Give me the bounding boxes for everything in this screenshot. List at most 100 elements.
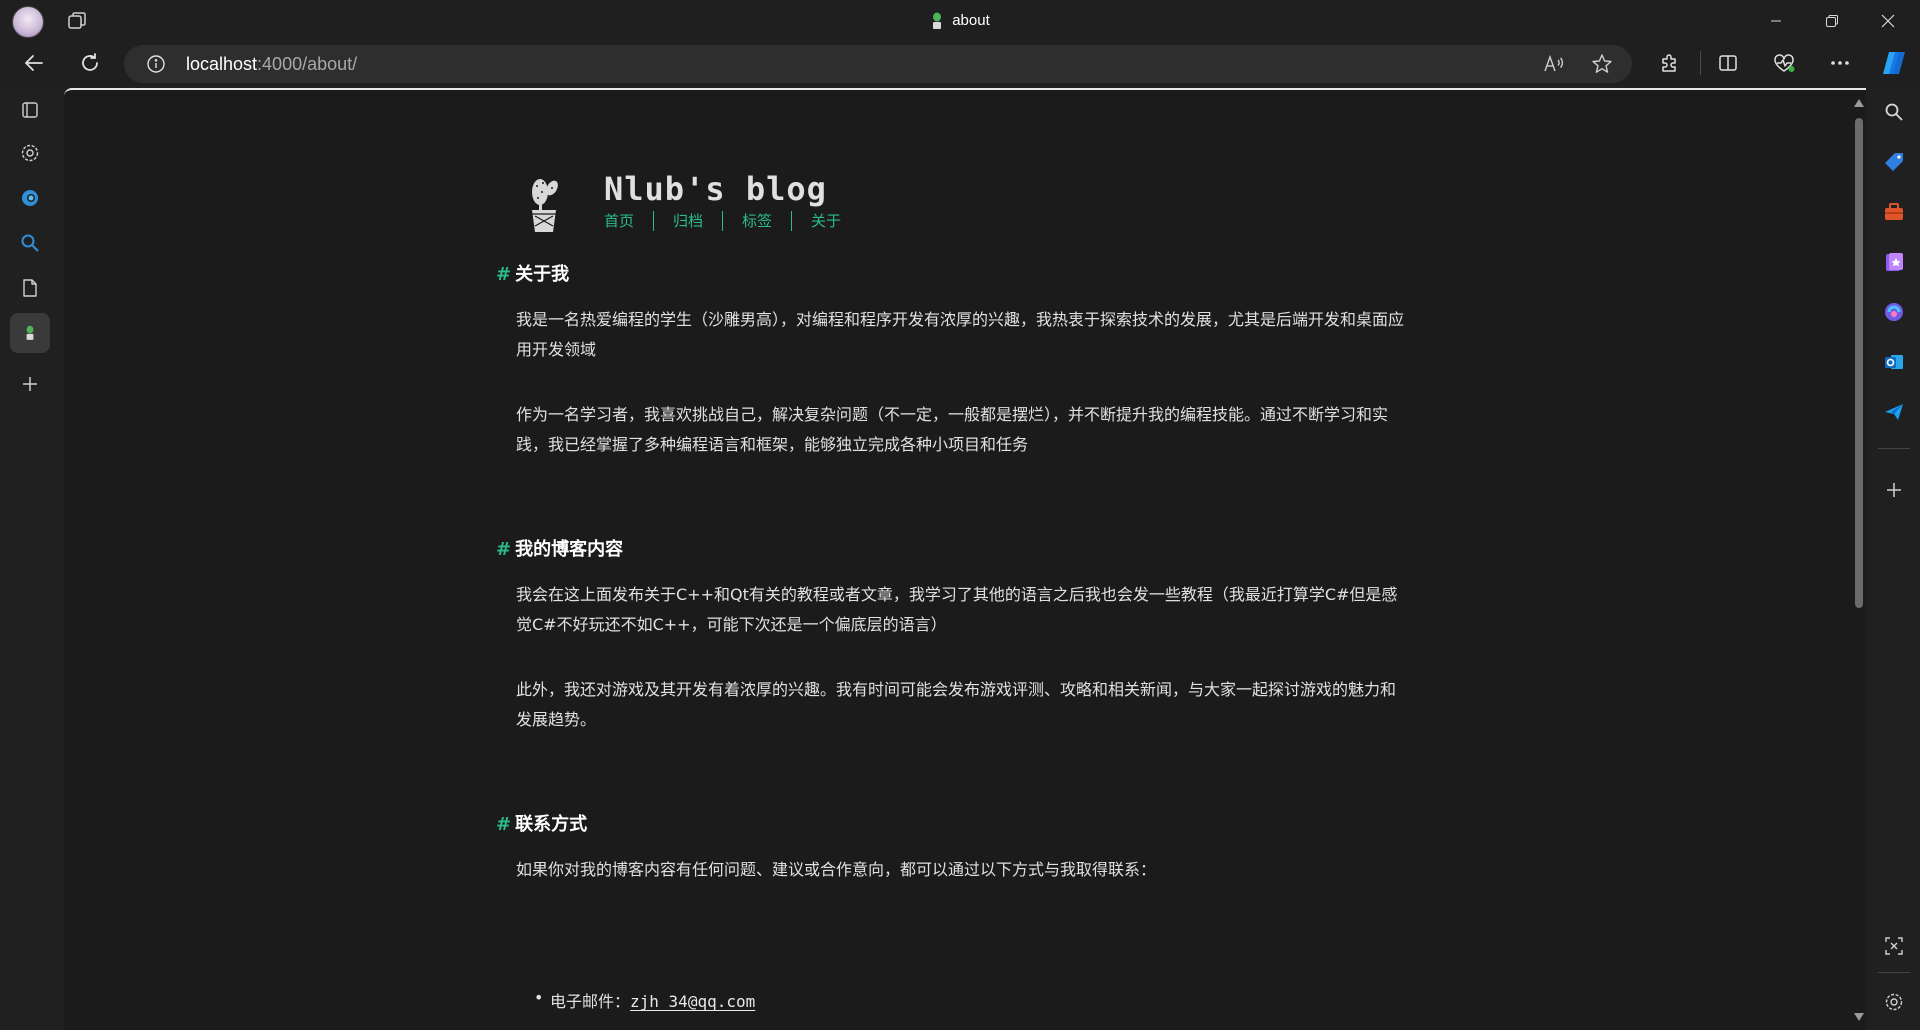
more-icon — [1831, 61, 1849, 65]
tab-search[interactable] — [10, 223, 50, 263]
browser-essentials-button[interactable] — [1766, 45, 1802, 81]
favorite-button[interactable] — [1590, 52, 1614, 76]
back-button[interactable] — [16, 45, 52, 81]
toolbar-divider — [1700, 51, 1701, 75]
send-icon — [1885, 404, 1903, 420]
split-screen-icon — [1719, 55, 1737, 71]
refresh-icon — [82, 53, 98, 71]
screenshot-icon — [1885, 937, 1903, 955]
sidebar-search-button[interactable] — [1878, 96, 1910, 128]
nav-home-link[interactable]: 首页 — [604, 211, 653, 231]
sidebar-tools-button[interactable] — [1878, 196, 1910, 228]
blog-nav: 首页 归档 标签 关于 — [604, 211, 860, 231]
new-tab-button[interactable] — [10, 364, 50, 404]
contact-label: 电子邮件： — [550, 992, 631, 1011]
browser-essentials-icon — [1774, 54, 1795, 72]
minimize-icon — [1771, 20, 1781, 21]
favorite-star-icon — [1592, 54, 1612, 73]
paragraph: 我会在这上面发布关于C++和Qt有关的教程或者文章，我学习了其他的语言之后我也会… — [516, 585, 1398, 634]
profile-avatar[interactable] — [12, 6, 44, 38]
sidebar-screenshot-button[interactable] — [1878, 930, 1910, 962]
refresh-button[interactable] — [72, 45, 108, 81]
restore-icon — [1826, 14, 1838, 27]
email-link[interactable]: zjh_34@qq.com — [630, 992, 755, 1011]
minimize-button[interactable] — [1748, 0, 1804, 41]
site-info-icon[interactable] — [146, 54, 166, 74]
page-scrollbar[interactable] — [1850, 90, 1866, 1030]
section-heading-text: 关于我 — [515, 264, 570, 285]
blog-title[interactable]: Nlub's blog — [604, 170, 827, 208]
tab-actions-icon — [22, 102, 38, 118]
sidebar-outlook-button[interactable] — [1878, 346, 1910, 378]
edge-sidebar — [1868, 86, 1920, 1030]
copilot-button[interactable] — [1876, 45, 1912, 81]
restore-button[interactable] — [1804, 0, 1860, 41]
search-tab-icon — [21, 234, 39, 252]
sidebar-games-button[interactable] — [1878, 246, 1910, 278]
close-icon — [1881, 14, 1895, 27]
blog-tab-icon — [26, 325, 34, 340]
url-path: :4000/about/ — [257, 54, 358, 74]
list-item: 电子邮件：zjh_34@qq.com — [534, 988, 755, 1012]
paragraph: 我是一名热爱编程的学生（沙雕男高），对编程和程序开发有浓厚的兴趣，我热衷于探索技… — [516, 310, 1405, 359]
nav-archive-link[interactable]: 归档 — [653, 211, 722, 231]
tab-settings[interactable] — [10, 133, 50, 173]
section-heading-text: 我的博客内容 — [515, 539, 624, 560]
web-page: Nlub's blog 首页 归档 标签 关于 # 关于我 我是一名热爱编程的学生… — [64, 88, 1866, 1030]
section-heading: # 关于我 — [496, 260, 569, 286]
address-bar[interactable]: localhost:4000/about/ — [124, 45, 1632, 83]
heading-hash-icon: # — [496, 539, 512, 560]
close-button[interactable] — [1860, 0, 1916, 41]
blog-favicon-icon — [933, 12, 942, 29]
active-tab-title[interactable]: about — [0, 0, 1920, 41]
paragraph: 作为一名学习者，我喜欢挑战自己，解决复杂问题（不一定，一般都是摆烂），并不断提升… — [516, 405, 1389, 454]
sidebar-divider — [1878, 972, 1910, 973]
scroll-thumb[interactable] — [1855, 118, 1863, 608]
section-heading: # 联系方式 — [496, 810, 587, 836]
nav-tags-link[interactable]: 标签 — [722, 211, 791, 231]
extensions-icon — [1662, 54, 1676, 72]
tab-edge[interactable] — [10, 178, 50, 218]
url-text[interactable]: localhost:4000/about/ — [186, 45, 357, 83]
copilot-icon — [1883, 52, 1905, 74]
tab-document[interactable] — [10, 268, 50, 308]
tools-icon — [1885, 203, 1903, 220]
tab-blog-about[interactable] — [10, 313, 50, 353]
read-aloud-button[interactable] — [1542, 52, 1566, 76]
split-screen-button[interactable] — [1710, 45, 1746, 81]
settings-icon — [1885, 993, 1903, 1011]
tab-title-text: about — [952, 12, 990, 29]
more-button[interactable] — [1822, 45, 1858, 81]
document-tab-icon — [23, 279, 37, 297]
url-host: localhost — [186, 54, 258, 74]
sidebar-settings-button[interactable] — [1878, 986, 1910, 1018]
add-icon — [1887, 483, 1901, 497]
heading-hash-icon: # — [496, 814, 512, 835]
nav-about-link[interactable]: 关于 — [791, 211, 860, 231]
sidebar-add-button[interactable] — [1878, 474, 1910, 506]
paragraph: 此外，我还对游戏及其开发有着浓厚的兴趣。我有时间可能会发布游戏评测、攻略和相关新… — [516, 680, 1397, 729]
outlook-icon — [1885, 355, 1903, 369]
new-tab-plus-icon — [23, 377, 37, 391]
copilot-app-icon — [1885, 303, 1903, 321]
extensions-button[interactable] — [1652, 45, 1688, 81]
settings-tab-icon — [21, 144, 39, 162]
sidebar-send-button[interactable] — [1878, 396, 1910, 428]
blog-cactus-logo-icon — [532, 179, 558, 232]
sidebar-copilot-button[interactable] — [1878, 296, 1910, 328]
vertical-tabs-bar — [0, 86, 62, 1030]
back-icon — [25, 55, 43, 71]
heading-hash-icon: # — [496, 264, 512, 285]
sidebar-shopping-button[interactable] — [1878, 146, 1910, 178]
scroll-down-icon[interactable] — [1853, 1012, 1865, 1022]
tab-actions-button[interactable] — [10, 90, 50, 130]
section-heading-text: 联系方式 — [515, 814, 588, 835]
browser-toolbar: localhost:4000/about/ — [0, 41, 1920, 86]
sidebar-divider — [1878, 448, 1910, 449]
games-icon — [1886, 253, 1903, 271]
tag-icon — [1885, 153, 1903, 171]
edge-tab-icon — [22, 190, 38, 206]
section-heading: # 我的博客内容 — [496, 535, 623, 561]
collections-icon[interactable] — [66, 10, 88, 32]
scroll-up-icon[interactable] — [1853, 98, 1865, 108]
